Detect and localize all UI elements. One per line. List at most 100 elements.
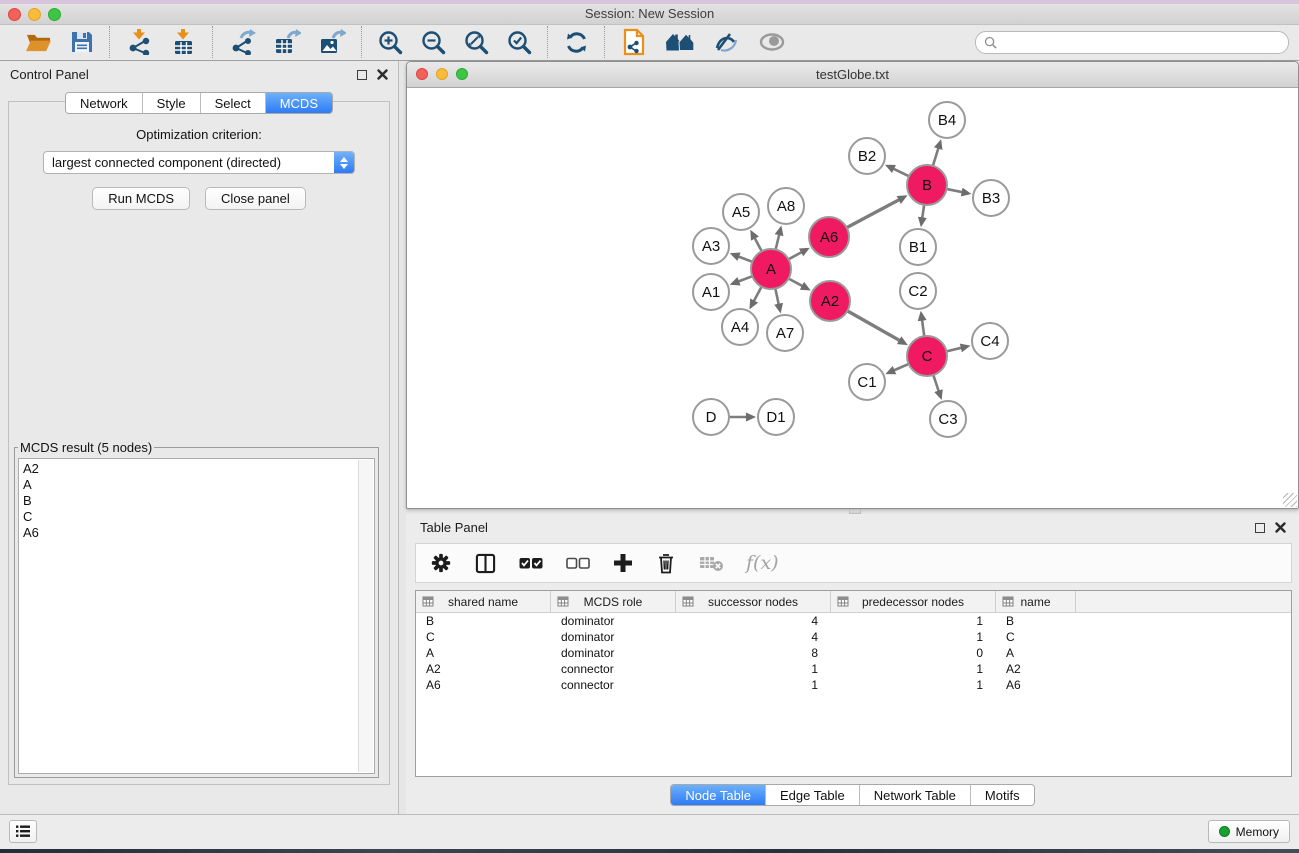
tab-network-table[interactable]: Network Table	[859, 785, 970, 805]
home-button[interactable]	[664, 29, 696, 55]
mcds-result-item[interactable]: A	[19, 477, 374, 493]
zoom-fit-icon	[464, 30, 489, 55]
svg-text:B1: B1	[909, 239, 927, 256]
graph-node-C1[interactable]: C1	[849, 364, 885, 400]
close-panel-icon[interactable]	[377, 69, 388, 80]
criterion-select[interactable]: largest connected component (directed)	[43, 151, 355, 174]
export-image-button[interactable]	[318, 28, 347, 56]
svg-text:D: D	[706, 409, 717, 426]
zoom-in-icon	[378, 30, 403, 55]
graph-node-A1[interactable]: A1	[693, 274, 729, 310]
workspace: Control Panel NetworkStyleSelectMCDS Opt…	[0, 61, 1299, 814]
network-close-button[interactable]	[416, 68, 428, 80]
graph-node-A4[interactable]: A4	[722, 309, 758, 345]
float-panel-icon[interactable]	[357, 70, 367, 80]
graph-node-C3[interactable]: C3	[930, 401, 966, 437]
zoom-selected-button[interactable]	[506, 29, 533, 56]
show-panels-button[interactable]	[9, 820, 37, 843]
eye-icon	[758, 31, 786, 53]
table-row[interactable]: Adominator80A	[416, 645, 1291, 661]
graph-node-B2[interactable]: B2	[849, 138, 885, 174]
zoom-out-button[interactable]	[420, 29, 447, 56]
graph-node-D[interactable]: D	[693, 399, 729, 435]
graph-node-A2[interactable]: A2	[810, 281, 850, 321]
zoom-in-button[interactable]	[377, 29, 404, 56]
graph-node-C2[interactable]: C2	[900, 273, 936, 309]
import-table-button[interactable]	[170, 28, 198, 56]
column-header-predecessor-nodes[interactable]: predecessor nodes	[831, 591, 996, 612]
network-zoom-button[interactable]	[456, 68, 468, 80]
graph-node-B[interactable]: B	[907, 165, 947, 205]
tab-select[interactable]: Select	[200, 93, 265, 113]
mcds-result-item[interactable]: C	[19, 509, 374, 525]
close-panel-button[interactable]: Close panel	[205, 187, 306, 210]
mcds-result-item[interactable]: A6	[19, 525, 374, 541]
network-window-title: testGlobe.txt	[816, 67, 889, 82]
graph-node-B3[interactable]: B3	[973, 180, 1009, 216]
graph-node-A6[interactable]: A6	[809, 217, 849, 257]
show-columns-button[interactable]	[474, 552, 497, 575]
graph-node-A8[interactable]: A8	[768, 188, 804, 224]
delete-column-button[interactable]	[655, 551, 677, 575]
export-network-button[interactable]	[228, 28, 257, 56]
close-table-panel-icon[interactable]	[1275, 522, 1286, 533]
table-row[interactable]: A2connector11A2	[416, 661, 1291, 677]
app-titlebar: Session: New Session	[0, 4, 1299, 25]
zoom-window-button[interactable]	[48, 8, 61, 21]
column-header-successor-nodes[interactable]: successor nodes	[676, 591, 831, 612]
table-settings-button[interactable]	[429, 551, 453, 575]
graph-node-A[interactable]: A	[751, 249, 791, 289]
deselect-all-button[interactable]	[565, 556, 591, 571]
graph-node-C4[interactable]: C4	[972, 323, 1008, 359]
graph-node-B1[interactable]: B1	[900, 229, 936, 265]
column-header-MCDS-role[interactable]: MCDS role	[551, 591, 676, 612]
copy-network-button[interactable]	[620, 27, 648, 57]
graph-node-A3[interactable]: A3	[693, 228, 729, 264]
import-network-button[interactable]	[125, 28, 154, 56]
tab-motifs[interactable]: Motifs	[970, 785, 1034, 805]
refresh-view-button[interactable]	[563, 29, 590, 56]
network-minimize-button[interactable]	[436, 68, 448, 80]
table-row[interactable]: A6connector11A6	[416, 677, 1291, 693]
table-cell: 4	[676, 630, 831, 644]
memory-indicator-button[interactable]: Memory	[1208, 820, 1290, 843]
graph-node-A5[interactable]: A5	[723, 194, 759, 230]
result-list-scrollbar[interactable]	[358, 460, 373, 772]
save-session-button[interactable]	[69, 29, 95, 55]
tab-edge-table[interactable]: Edge Table	[765, 785, 859, 805]
column-header-name[interactable]: name	[996, 591, 1076, 612]
table-row[interactable]: Bdominator41B	[416, 613, 1291, 629]
mcds-result-item[interactable]: B	[19, 493, 374, 509]
graph-node-C[interactable]: C	[907, 336, 947, 376]
run-mcds-button[interactable]: Run MCDS	[92, 187, 190, 210]
graph-node-A7[interactable]: A7	[767, 315, 803, 351]
main-toolbar	[0, 25, 1299, 61]
zoom-fit-button[interactable]	[463, 29, 490, 56]
float-table-panel-icon[interactable]	[1255, 523, 1265, 533]
birds-eye-view-button[interactable]	[757, 30, 787, 54]
select-stepper-icon	[334, 152, 354, 173]
table-row[interactable]: Cdominator41C	[416, 629, 1291, 645]
tab-style[interactable]: Style	[142, 93, 200, 113]
tab-node-table[interactable]: Node Table	[671, 785, 765, 805]
svg-text:B4: B4	[938, 112, 956, 129]
search-input[interactable]	[1002, 34, 1280, 50]
select-all-button[interactable]	[518, 556, 544, 571]
column-header-shared-name[interactable]: shared name	[416, 591, 551, 612]
network-canvas[interactable]: A A1 A3A5A8 A4A7 A6 A2 B B2 B4 B3 B1 C C2 C4 C1 C3 D D1	[407, 88, 1298, 508]
graph-node-D1[interactable]: D1	[758, 399, 794, 435]
tab-mcds[interactable]: MCDS	[265, 93, 332, 113]
close-window-button[interactable]	[8, 8, 21, 21]
export-table-button[interactable]	[273, 28, 302, 56]
mcds-result-item[interactable]: A2	[19, 461, 374, 477]
graph-node-B4[interactable]: B4	[929, 102, 965, 138]
tab-network[interactable]: Network	[66, 93, 142, 113]
window-resize-grip[interactable]	[1283, 493, 1297, 507]
show-hide-details-button[interactable]	[712, 29, 741, 55]
create-column-button[interactable]	[612, 552, 634, 574]
svg-text:B2: B2	[858, 148, 876, 165]
open-session-button[interactable]	[24, 30, 53, 55]
minimize-window-button[interactable]	[28, 8, 41, 21]
table-cell: A2	[996, 662, 1076, 676]
table-panel: Table Panel	[406, 514, 1299, 814]
